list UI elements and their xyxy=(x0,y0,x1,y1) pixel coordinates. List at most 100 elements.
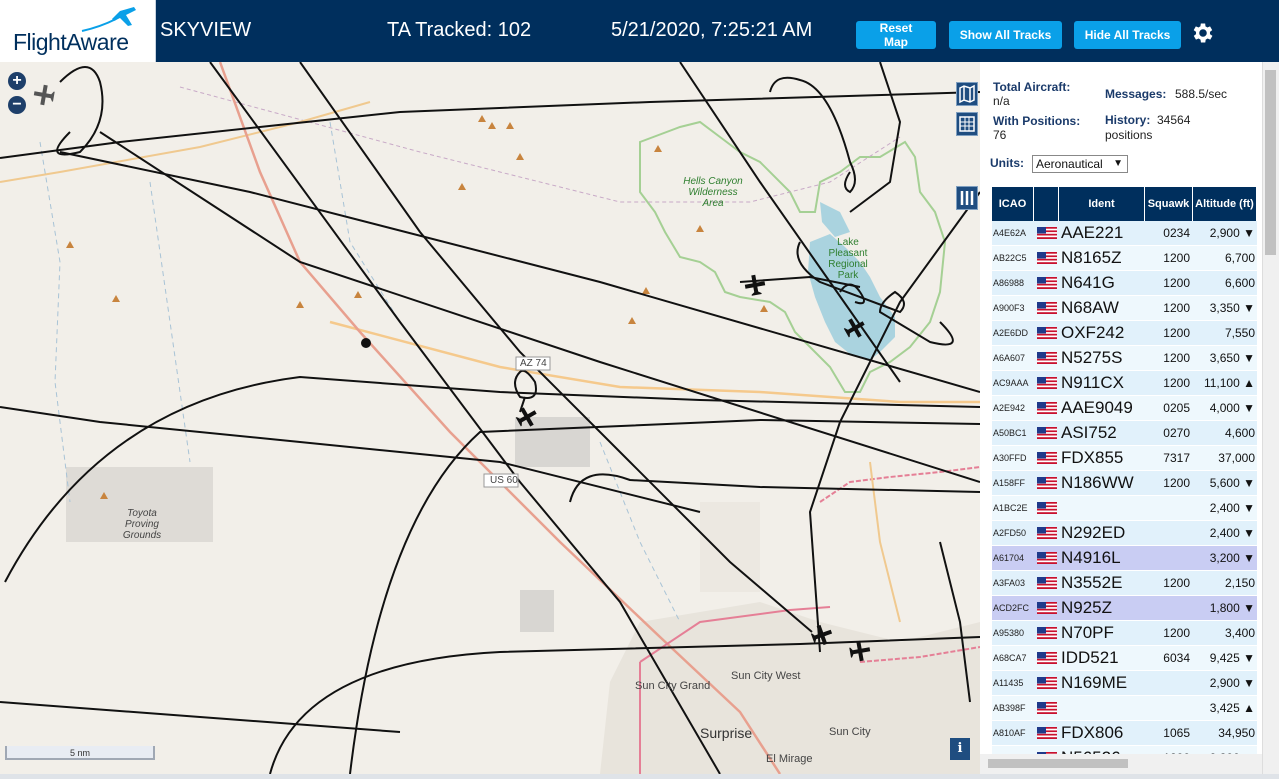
us-flag-icon xyxy=(1034,321,1059,346)
altitude-value: 34,950 xyxy=(1218,726,1255,740)
table-row[interactable]: AB22C5 N8165Z 1200 6,700 xyxy=(992,246,1257,271)
altitude-value: 2,400 xyxy=(1209,501,1240,515)
altitude-trend-icon: ▼ xyxy=(1243,526,1255,540)
cell-altitude: 3,650 ▼ xyxy=(1193,351,1257,365)
scrollbar-thumb[interactable] xyxy=(1265,70,1276,255)
map-view[interactable]: Hells Canyon Wilderness Area Lake Pleasa… xyxy=(0,62,980,774)
zoom-in-button[interactable]: + xyxy=(8,72,26,90)
cell-altitude: 6,600 xyxy=(1193,276,1257,290)
table-row[interactable]: A158FF N186WW 1200 5,600 ▼ xyxy=(992,471,1257,496)
table-row[interactable]: AB398F 3,425 ▲ xyxy=(992,696,1257,721)
table-row[interactable]: A3FA03 N3552E 1200 2,150 xyxy=(992,571,1257,596)
header-icao[interactable]: ICAO xyxy=(992,187,1034,221)
cell-icao: A50BC1 xyxy=(993,428,1027,438)
cell-ident: AAE221 xyxy=(1061,223,1124,242)
cell-icao: A30FFD xyxy=(993,453,1027,463)
altitude-value: 3,400 xyxy=(1224,626,1255,640)
altitude-trend-icon: ▼ xyxy=(1243,551,1255,565)
flightaware-logo[interactable]: FlightAware xyxy=(0,0,156,62)
cell-squawk: 1200 xyxy=(1163,326,1190,340)
cell-ident: N4916L xyxy=(1061,548,1121,567)
table-row[interactable]: A6A607 N5275S 1200 3,650 ▼ xyxy=(992,346,1257,371)
cell-ident: N911CX xyxy=(1061,373,1124,392)
columns-toggle-button[interactable] xyxy=(956,186,978,210)
road-130 xyxy=(819,466,980,503)
logo-text: FlightAware xyxy=(13,29,129,55)
messages-value: 588.5/sec xyxy=(1175,87,1228,101)
cell-altitude: 5,600 ▼ xyxy=(1193,476,1257,490)
map-layer-button[interactable] xyxy=(956,82,978,106)
cell-icao: A2FD50 xyxy=(993,528,1027,538)
messages-label: Messages: xyxy=(1105,87,1167,101)
cell-icao: A95380 xyxy=(993,628,1025,638)
cell-altitude: 2,900 ▼ xyxy=(1193,676,1257,690)
horizontal-scrollbar[interactable] xyxy=(980,754,1262,774)
altitude-value: 2,400 xyxy=(1209,526,1240,540)
table-row[interactable]: A1BC2E 2,400 ▼ xyxy=(992,496,1257,521)
units-select[interactable]: Aeronautical ▼ xyxy=(1032,155,1128,173)
horizontal-scrollbar-thumb[interactable] xyxy=(988,759,1128,768)
cell-icao: A61704 xyxy=(993,553,1025,563)
header-altitude[interactable]: Altitude (ft) xyxy=(1193,187,1257,221)
cell-squawk: 1200 xyxy=(1163,301,1190,315)
show-all-tracks-button[interactable]: Show All Tracks xyxy=(949,21,1062,49)
cell-altitude: 3,200 ▼ xyxy=(1193,551,1257,565)
table-row[interactable]: A900F3 N68AW 1200 3,350 ▼ xyxy=(992,296,1257,321)
zoom-out-button[interactable]: − xyxy=(8,96,26,114)
cell-ident: N186WW xyxy=(1061,473,1134,492)
table-row[interactable]: A2E6DD OXF242 1200 7,550 xyxy=(992,321,1257,346)
cell-icao: A158FF xyxy=(993,478,1026,488)
header-squawk[interactable]: Squawk xyxy=(1145,187,1193,221)
reset-map-button[interactable]: Reset Map xyxy=(856,21,936,49)
canal-line xyxy=(179,86,901,203)
table-row[interactable]: A61704 N4916L 3,200 ▼ xyxy=(992,546,1257,571)
waypoint-marker[interactable] xyxy=(361,338,371,348)
cell-altitude: 9,425 ▼ xyxy=(1193,651,1257,665)
grid-toggle-button[interactable] xyxy=(956,112,978,136)
table-row[interactable]: A86988 N641G 1200 6,600 xyxy=(992,271,1257,296)
altitude-value: 4,000 xyxy=(1209,401,1240,415)
cell-icao: AB398F xyxy=(993,703,1026,713)
app-name: SKYVIEW xyxy=(160,19,252,41)
table-row[interactable]: AC9AAA N911CX 1200 11,100 ▲ xyxy=(992,371,1257,396)
table-row[interactable]: A2E942 AAE9049 0205 4,000 ▼ xyxy=(992,396,1257,421)
altitude-value: 2,900 xyxy=(1209,676,1240,690)
table-row[interactable]: A50BC1 ASI752 0270 4,600 xyxy=(992,421,1257,446)
cell-altitude: 11,100 ▲ xyxy=(1193,376,1257,390)
table-row[interactable]: A4E62A AAE221 0234 2,900 ▼ xyxy=(992,221,1257,246)
table-row[interactable]: A2FD50 N292ED 2,400 ▼ xyxy=(992,521,1257,546)
map-canvas[interactable] xyxy=(0,62,980,774)
road xyxy=(869,461,901,623)
table-row[interactable]: A95380 N70PF 1200 3,400 xyxy=(992,621,1257,646)
cell-ident: AAE9049 xyxy=(1061,398,1133,417)
history-label: History: xyxy=(1105,113,1151,127)
cell-icao: A11435 xyxy=(993,678,1024,688)
aircraft-icon[interactable] xyxy=(32,83,55,106)
header-ident[interactable]: Ident xyxy=(1059,187,1145,221)
table-row[interactable]: A810AF FDX806 1065 34,950 xyxy=(992,721,1257,746)
wash xyxy=(149,181,191,463)
table-row[interactable]: ACD2FC N925Z 1,800 ▼ xyxy=(992,596,1257,621)
aircraft-icon[interactable] xyxy=(743,273,766,296)
altitude-value: 2,900 xyxy=(1209,226,1240,240)
us-flag-icon xyxy=(1034,596,1059,621)
surprise-label: Surprise xyxy=(700,725,753,741)
cell-ident: FDX855 xyxy=(1061,448,1124,467)
cell-altitude: 34,950 xyxy=(1193,726,1257,740)
cell-altitude: 1,800 ▼ xyxy=(1193,601,1257,615)
panel-scrollbar[interactable] xyxy=(1262,62,1279,774)
table-row[interactable]: A68CA7 IDD521 6034 9,425 ▼ xyxy=(992,646,1257,671)
cell-altitude: 2,900 ▼ xyxy=(1193,226,1257,240)
cell-altitude: 4,000 ▼ xyxy=(1193,401,1257,415)
lake-arm xyxy=(820,202,850,237)
info-button[interactable]: i xyxy=(950,738,970,760)
table-row[interactable]: A11435 N169ME 2,900 ▼ xyxy=(992,671,1257,696)
table-row[interactable]: A30FFD FDX855 7317 37,000 xyxy=(992,446,1257,471)
cell-ident: OXF242 xyxy=(1061,323,1125,342)
top-header: FlightAware SKYVIEW TA Tracked: 102 5/21… xyxy=(0,0,1279,62)
hide-all-tracks-button[interactable]: Hide All Tracks xyxy=(1074,21,1181,49)
cell-squawk: 1200 xyxy=(1163,376,1190,390)
cell-squawk: 0270 xyxy=(1163,426,1190,440)
gear-icon[interactable] xyxy=(1190,20,1216,46)
tracked-count: TA Tracked: 102 xyxy=(387,19,532,41)
